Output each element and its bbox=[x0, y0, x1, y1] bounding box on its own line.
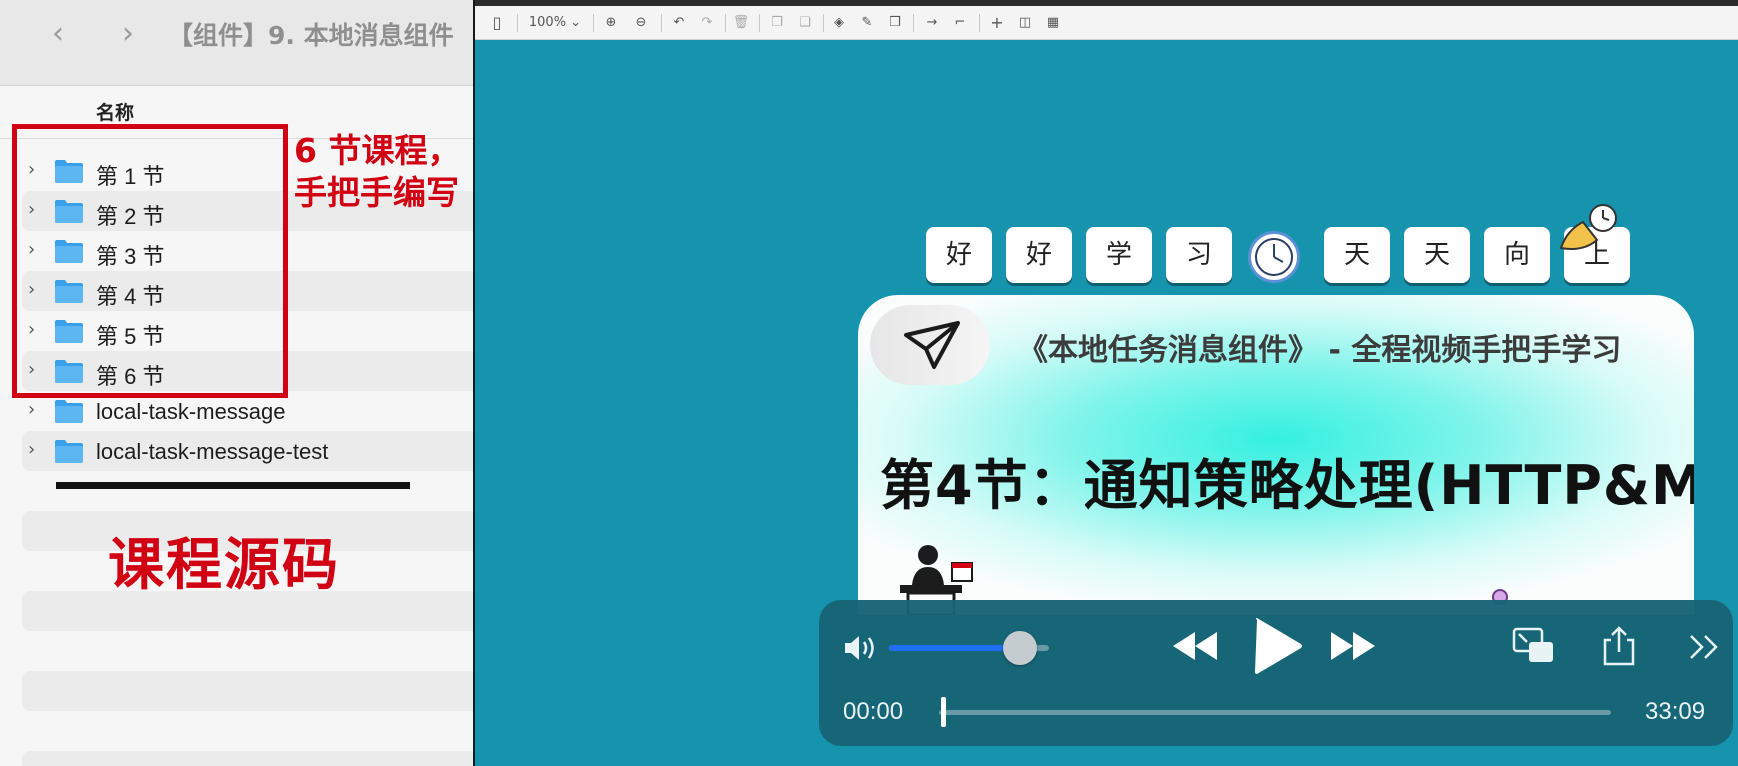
slide-headline: 第4节：通知策略处理(HTTP&MQ) bbox=[880, 454, 1694, 517]
shadow-icon[interactable]: ❒ bbox=[885, 12, 905, 34]
share-icon[interactable] bbox=[1601, 624, 1637, 668]
toolbar-divider bbox=[913, 14, 914, 32]
play-icon[interactable] bbox=[1249, 616, 1305, 676]
motto-chip: 向 bbox=[1484, 227, 1550, 283]
motto-chip: 好 bbox=[926, 227, 992, 283]
toolbar-divider bbox=[823, 14, 824, 32]
volume-icon[interactable] bbox=[841, 630, 881, 666]
connection-arrow-icon[interactable]: → bbox=[921, 12, 943, 34]
annotation-box bbox=[12, 124, 288, 398]
paper-plane-icon bbox=[904, 321, 960, 369]
slide-subtitle: 《本地任务消息组件》 - 全程视频手把手学习 bbox=[1018, 333, 1622, 368]
toolbar-divider bbox=[593, 14, 594, 32]
forward-button[interactable]: › bbox=[108, 14, 148, 54]
insert-icon[interactable]: + bbox=[987, 12, 1007, 34]
toolbar-divider bbox=[661, 14, 662, 32]
toolbar-divider bbox=[725, 14, 726, 32]
window-title: 【组件】9. 本地消息组件 bbox=[168, 21, 454, 50]
total-duration: 33:09 bbox=[1645, 698, 1706, 725]
motto-chip: 习 bbox=[1166, 227, 1232, 283]
back-button[interactable]: ‹ bbox=[38, 14, 78, 54]
motto-chip: 学 bbox=[1086, 227, 1152, 283]
folder-icon bbox=[55, 440, 83, 463]
motto-chip: 天 bbox=[1404, 227, 1470, 283]
redo-icon[interactable]: ↷ bbox=[697, 12, 717, 34]
waypoints-icon[interactable]: ⌐ bbox=[949, 12, 971, 34]
motto-chip: 天 bbox=[1324, 227, 1390, 283]
source-code-label: 课程源码 bbox=[108, 533, 340, 598]
chevron-right-icon[interactable]: › bbox=[28, 440, 48, 460]
folder-icon bbox=[55, 400, 83, 423]
picture-in-picture-icon[interactable] bbox=[1511, 626, 1557, 666]
finder-titlebar: ‹ › 【组件】9. 本地消息组件 bbox=[0, 0, 480, 86]
progress-playhead[interactable] bbox=[941, 697, 946, 727]
paper-plane-badge bbox=[870, 305, 990, 385]
annotation-note: 6 节课程， 手把手编写 bbox=[294, 131, 461, 212]
bell-clock-icon bbox=[1559, 204, 1617, 250]
slide-card: 《本地任务消息组件》 - 全程视频手把手学习 第4节：通知策略处理(HTTP&M… bbox=[858, 295, 1694, 615]
finder-window: ‹ › 【组件】9. 本地消息组件 名称 › 第 1 节 › 第 2 节 › 第… bbox=[0, 0, 480, 766]
zoom-select[interactable]: 100% ⌄ bbox=[527, 12, 583, 34]
more-controls-icon[interactable] bbox=[1687, 632, 1721, 662]
list-item-label: local-task-message-test bbox=[96, 439, 329, 464]
toolbar-divider bbox=[517, 14, 518, 32]
motto-chip: 好 bbox=[1006, 227, 1072, 283]
volume-slider[interactable] bbox=[889, 631, 1049, 665]
sidebar-toggle-icon[interactable]: ▯ bbox=[487, 12, 507, 34]
zoom-value: 100% bbox=[528, 15, 567, 30]
volume-knob[interactable] bbox=[1003, 631, 1038, 665]
delete-icon[interactable]: 🗑 bbox=[731, 12, 751, 34]
shapes-icon[interactable]: ◫ bbox=[1015, 12, 1035, 34]
fill-color-icon[interactable]: ◈ bbox=[829, 12, 849, 34]
line-color-icon[interactable]: ✎ bbox=[857, 12, 877, 34]
to-front-icon[interactable]: ❐ bbox=[767, 12, 787, 34]
chevron-right-icon[interactable]: › bbox=[28, 400, 48, 420]
progress-bar[interactable] bbox=[939, 710, 1611, 715]
rewind-icon[interactable] bbox=[1171, 628, 1219, 664]
drawing-app-window: ▯ 100% ⌄ ⊕ ⊖ ↶ ↷ 🗑 ❐ ❏ ◈ ✎ ❒ → ⌐ + ◫ ▦ 好… bbox=[473, 0, 1738, 766]
screen: ‹ › 【组件】9. 本地消息组件 名称 › 第 1 节 › 第 2 节 › 第… bbox=[0, 0, 1738, 766]
editor-toolbar: ▯ 100% ⌄ ⊕ ⊖ ↶ ↷ 🗑 ❐ ❏ ◈ ✎ ❒ → ⌐ + ◫ ▦ bbox=[475, 6, 1738, 40]
zoom-out-icon[interactable]: ⊖ bbox=[631, 12, 651, 34]
zoom-in-icon[interactable]: ⊕ bbox=[601, 12, 621, 34]
empty-row bbox=[22, 671, 480, 711]
fast-forward-icon[interactable] bbox=[1329, 628, 1377, 664]
clock-icon bbox=[1248, 231, 1300, 283]
toolbar-divider bbox=[979, 14, 980, 32]
annotation-underline bbox=[56, 482, 410, 489]
list-item-label: local-task-message bbox=[96, 399, 286, 424]
to-back-icon[interactable]: ❏ bbox=[795, 12, 815, 34]
column-header-name[interactable]: 名称 bbox=[96, 98, 134, 125]
undo-icon[interactable]: ↶ bbox=[669, 12, 689, 34]
list-item[interactable]: › local-task-message-test bbox=[22, 431, 480, 471]
volume-level bbox=[889, 645, 1021, 651]
video-player-controls: 00:00 33:09 bbox=[819, 600, 1733, 746]
current-time: 00:00 bbox=[843, 698, 904, 725]
table-icon[interactable]: ▦ bbox=[1043, 12, 1063, 34]
empty-row bbox=[22, 751, 480, 766]
toolbar-divider bbox=[759, 14, 760, 32]
